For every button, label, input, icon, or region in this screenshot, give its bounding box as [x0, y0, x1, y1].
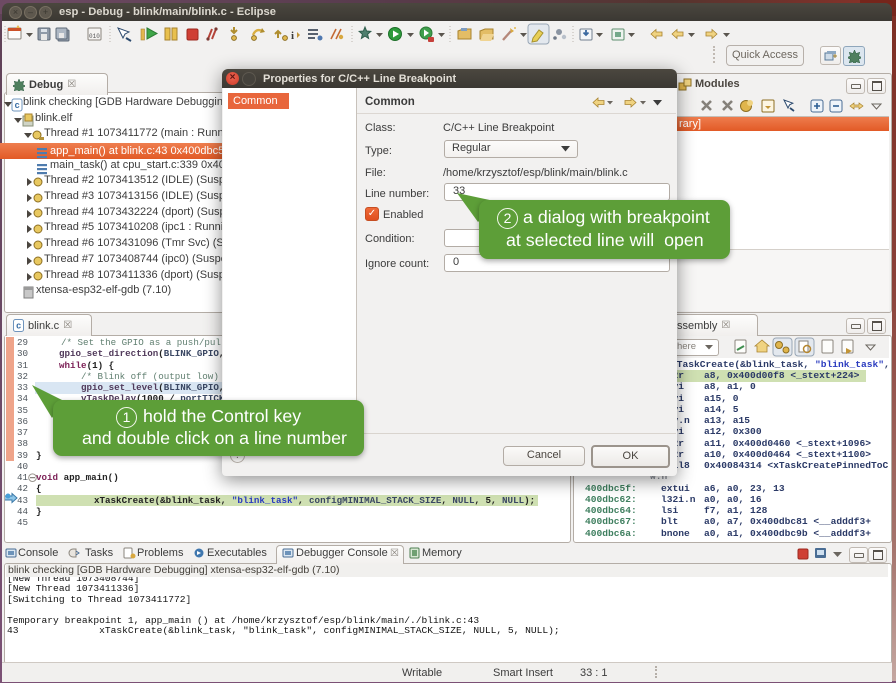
svg-text:i: i — [291, 30, 294, 42]
svg-text:c: c — [16, 322, 21, 332]
svg-text:010: 010 — [89, 33, 100, 40]
svg-text:c: c — [15, 101, 20, 111]
